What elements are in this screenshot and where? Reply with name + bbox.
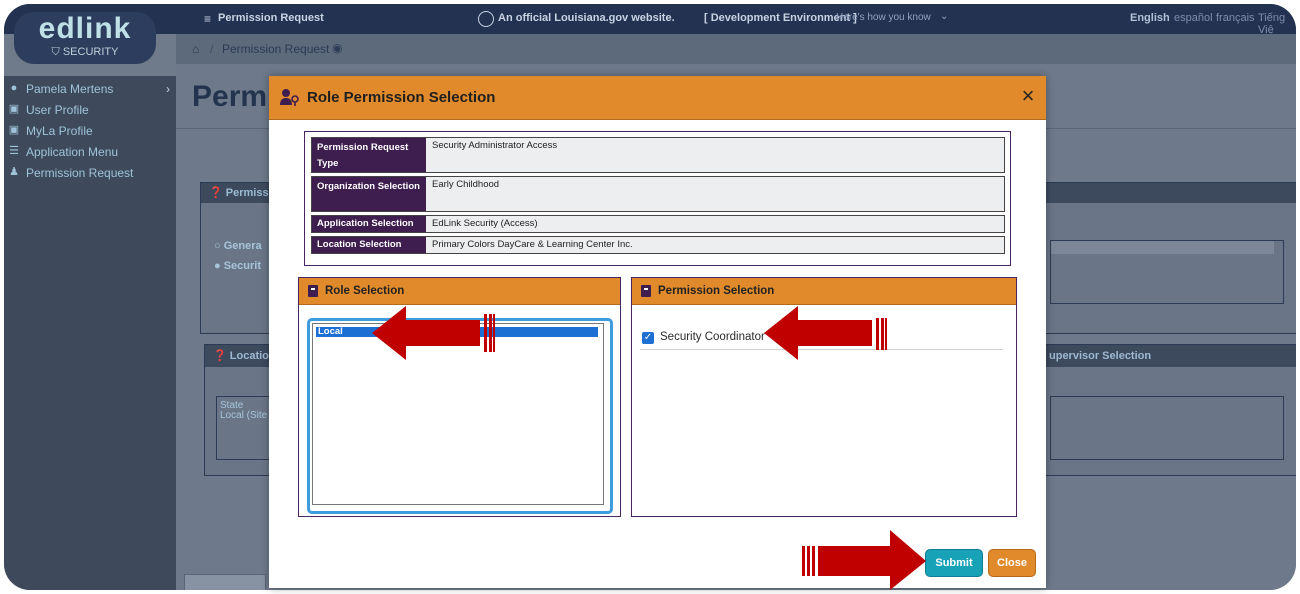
logo-sub-text: SECURITY bbox=[62, 46, 119, 58]
role-selection-title: Role Selection bbox=[325, 285, 405, 297]
users-key-icon: ♟ bbox=[9, 166, 19, 178]
help-icon: ❓ bbox=[209, 187, 223, 199]
top-bar: ≡ Permission Request An official Louisia… bbox=[4, 4, 1296, 36]
summary-label: Permission Request Type bbox=[312, 138, 426, 172]
breadcrumb-page[interactable]: Permission Request bbox=[222, 42, 329, 56]
state-value: Local (Site bbox=[220, 410, 268, 421]
sidebar-item-label: MyLa Profile bbox=[26, 124, 93, 138]
summary-row-permission-type: Permission Request Type Security Adminis… bbox=[311, 137, 1005, 173]
clipboard-icon bbox=[641, 285, 651, 297]
close-button[interactable]: Close bbox=[988, 549, 1036, 577]
summary-label: Application Selection bbox=[312, 216, 426, 232]
list-icon: ☰ bbox=[9, 145, 19, 157]
summary-value: Security Administrator Access bbox=[432, 140, 558, 151]
modal-title: Role Permission Selection bbox=[307, 89, 496, 106]
language-francais[interactable]: français bbox=[1216, 12, 1255, 24]
eye-icon[interactable]: ◉ bbox=[332, 41, 342, 55]
annotation-arrow-role bbox=[372, 306, 495, 360]
permission-selection-title: Permission Selection bbox=[658, 285, 775, 297]
sidebar-item-application-menu[interactable]: ☰ Application Menu bbox=[4, 143, 176, 161]
sidebar-item-user[interactable]: ● Pamela Mertens › bbox=[4, 80, 176, 98]
security-coordinator-checkbox[interactable]: ✓ bbox=[642, 332, 654, 344]
id-card-icon: ▣ bbox=[8, 103, 20, 115]
louisiana-seal-icon bbox=[478, 11, 494, 27]
summary-row-application: Application Selection EdLink Security (A… bbox=[311, 215, 1005, 233]
language-vietnamese[interactable]: Tiếng Việ bbox=[1258, 12, 1296, 36]
sidebar-item-label: Pamela Mertens bbox=[26, 82, 114, 96]
sidebar-item-user-profile[interactable]: ▣ User Profile bbox=[4, 101, 176, 119]
edlink-logo[interactable]: edlink ⛉ SECURITY bbox=[14, 12, 156, 64]
summary-label: Organization Selection bbox=[312, 177, 426, 211]
chevron-right-icon: › bbox=[166, 82, 170, 96]
users-key-icon bbox=[280, 89, 299, 106]
close-icon[interactable]: × bbox=[1017, 85, 1039, 107]
security-coordinator-label[interactable]: Security Coordinator bbox=[660, 331, 765, 343]
permission-selection-header: Permission Selection bbox=[632, 278, 1016, 305]
gov-notice: An official Louisiana.gov website. bbox=[498, 12, 675, 24]
sidebar: ● Pamela Mertens › ▣ User Profile ▣ MyLa… bbox=[4, 76, 176, 590]
how-know-link[interactable]: Here's how you know bbox=[836, 12, 931, 23]
user-circle-icon: ● bbox=[10, 82, 18, 94]
id-card-icon: ▣ bbox=[8, 124, 20, 136]
topbar-menu-label[interactable]: Permission Request bbox=[218, 12, 324, 24]
sidebar-item-label: Application Menu bbox=[26, 145, 119, 159]
sidebar-item-label: User Profile bbox=[26, 103, 89, 117]
radio-security[interactable]: ● Securit bbox=[214, 260, 261, 272]
hamburger-icon[interactable]: ≡ bbox=[204, 12, 211, 26]
summary-value: Early Childhood bbox=[432, 179, 500, 190]
sidebar-item-label: Permission Request bbox=[26, 166, 134, 180]
logo-main-text: edlink bbox=[38, 12, 132, 45]
radio-general[interactable]: ○ Genera bbox=[214, 240, 262, 252]
role-selection-header: Role Selection bbox=[299, 278, 620, 305]
env-notice: [ Development Environment ] bbox=[704, 12, 857, 24]
chevron-down-icon: ⌄ bbox=[940, 11, 949, 22]
sidebar-item-permission-request[interactable]: ♟ Permission Request bbox=[4, 164, 176, 182]
annotation-arrow-submit bbox=[802, 530, 926, 590]
modal-header: Role Permission Selection × bbox=[269, 76, 1046, 120]
language-english[interactable]: English bbox=[1130, 12, 1170, 24]
breadcrumb: ⌂ / Permission Request ◉ bbox=[176, 34, 1296, 64]
clipboard-icon bbox=[308, 285, 318, 297]
help-icon: ❓ bbox=[213, 350, 227, 362]
annotation-arrow-permission bbox=[764, 306, 887, 360]
sidebar-item-myla-profile[interactable]: ▣ MyLa Profile bbox=[4, 122, 176, 140]
summary-row-organization: Organization Selection Early Childhood bbox=[311, 176, 1005, 212]
summary-row-location: Location Selection Primary Colors DayCar… bbox=[311, 236, 1005, 254]
summary-value: EdLink Security (Access) bbox=[432, 218, 538, 229]
home-icon[interactable]: ⌂ bbox=[192, 42, 199, 56]
submit-button[interactable]: Submit bbox=[925, 549, 983, 577]
language-espanol[interactable]: español bbox=[1174, 12, 1213, 24]
summary-value: Primary Colors DayCare & Learning Center… bbox=[432, 239, 633, 250]
shield-icon: ⛉ bbox=[51, 46, 60, 58]
request-summary: Permission Request Type Security Adminis… bbox=[304, 131, 1011, 266]
summary-label: Location Selection bbox=[312, 237, 426, 253]
